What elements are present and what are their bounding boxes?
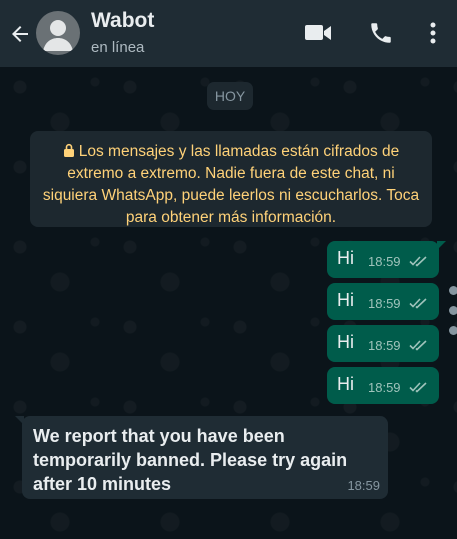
date-chip: HOY xyxy=(207,82,253,110)
contact-name[interactable]: Wabot xyxy=(91,9,154,33)
chat-header: Wabot en línea xyxy=(0,0,457,67)
message-list[interactable]: HOY Los mensajes y las llamadas están ci… xyxy=(0,67,457,539)
incoming-message[interactable]: We report that you have been temporarily… xyxy=(15,416,388,499)
scroll-indicator[interactable] xyxy=(449,286,457,346)
message-time: 18:59 xyxy=(368,338,401,353)
outgoing-message[interactable]: Hi 18:59 xyxy=(327,283,439,320)
contact-status: en línea xyxy=(91,39,145,56)
outgoing-message[interactable]: Hi 18:59 xyxy=(327,241,446,278)
scroll-dot xyxy=(449,306,457,315)
message-time: 18:59 xyxy=(368,254,401,269)
bubble-tail xyxy=(437,241,446,250)
default-avatar-icon xyxy=(43,20,73,51)
encryption-notice-text: Los mensajes y las llamadas están cifrad… xyxy=(42,143,420,226)
message-text: Hi xyxy=(337,290,354,310)
video-call-icon[interactable] xyxy=(304,21,332,45)
lock-icon xyxy=(63,143,74,157)
message-text: Hi xyxy=(337,248,354,268)
more-vert-icon[interactable] xyxy=(427,21,439,45)
scroll-dot xyxy=(449,326,457,335)
message-time: 18:59 xyxy=(368,296,401,311)
back-arrow-icon[interactable] xyxy=(8,22,32,46)
encryption-notice[interactable]: Los mensajes y las llamadas están cifrad… xyxy=(30,131,432,227)
bubble-tail xyxy=(15,416,24,425)
double-check-icon xyxy=(409,382,427,393)
double-check-icon xyxy=(409,298,427,309)
message-text: Hi xyxy=(337,332,354,352)
double-check-icon xyxy=(409,256,427,267)
double-check-icon xyxy=(409,340,427,351)
message-time: 18:59 xyxy=(347,478,380,493)
avatar[interactable] xyxy=(36,11,80,55)
phone-icon[interactable] xyxy=(368,20,394,46)
message-text: We report that you have been temporarily… xyxy=(33,426,348,494)
outgoing-message[interactable]: Hi 18:59 xyxy=(327,367,439,404)
scroll-dot xyxy=(449,286,457,295)
message-text: Hi xyxy=(337,374,354,394)
message-time: 18:59 xyxy=(368,380,401,395)
outgoing-message[interactable]: Hi 18:59 xyxy=(327,325,439,362)
